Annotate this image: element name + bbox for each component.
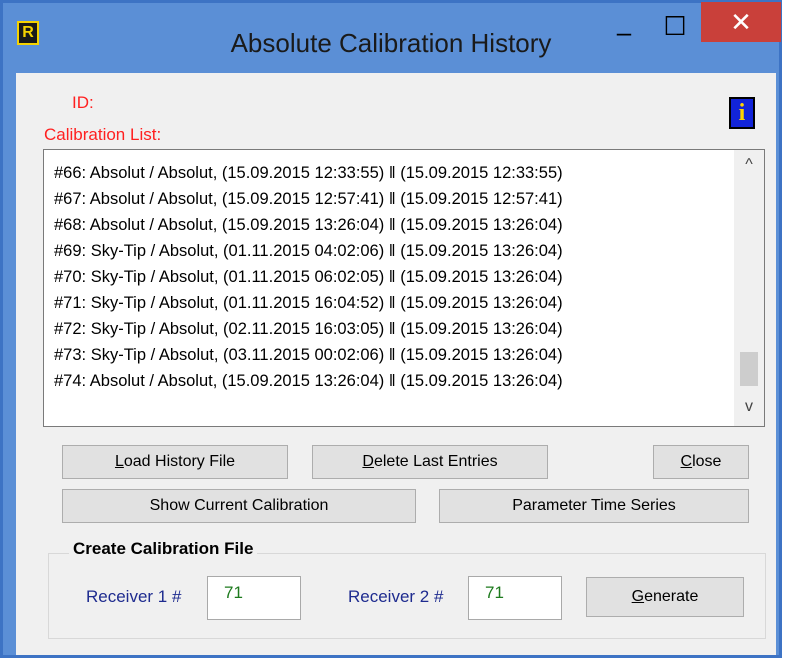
show-current-calibration-button[interactable]: Show Current Calibration (62, 489, 416, 523)
minimize-button[interactable]: – (599, 11, 649, 53)
button-label: lose (692, 453, 722, 470)
button-label: enerate (644, 588, 699, 605)
info-icon[interactable]: i (729, 97, 755, 129)
list-item[interactable]: #69: Sky-Tip / Absolut, (01.11.2015 04:0… (44, 238, 734, 264)
accelerator-letter: D (362, 453, 374, 470)
dialog-client-area: ID: Calibration List: i #66: Absolut / A… (16, 73, 776, 655)
app-icon: R (17, 21, 39, 45)
button-label: oad History File (123, 453, 236, 470)
list-item[interactable]: #66: Absolut / Absolut, (15.09.2015 12:3… (44, 160, 734, 186)
close-button[interactable]: Close (653, 445, 749, 479)
maximize-button[interactable]: ☐ (649, 5, 701, 47)
receiver-2-input[interactable]: 71 (468, 576, 562, 620)
list-item[interactable]: #71: Sky-Tip / Absolut, (01.11.2015 16:0… (44, 290, 734, 316)
receiver-1-label: Receiver 1 # (86, 587, 182, 606)
calibration-list[interactable]: #66: Absolut / Absolut, (15.09.2015 12:3… (44, 150, 734, 426)
list-item[interactable]: #68: Absolut / Absolut, (15.09.2015 13:2… (44, 212, 734, 238)
receiver-2-label: Receiver 2 # (348, 587, 444, 606)
chevron-down-icon[interactable]: v (734, 398, 764, 422)
parameter-time-series-button[interactable]: Parameter Time Series (439, 489, 749, 523)
list-item[interactable]: #70: Sky-Tip / Absolut, (01.11.2015 06:0… (44, 264, 734, 290)
generate-button[interactable]: Generate (586, 577, 744, 617)
window-title: Absolute Calibration History (230, 28, 552, 58)
list-scrollbar[interactable]: ^ v (734, 150, 764, 426)
calibration-list-label: Calibration List: (44, 125, 162, 144)
close-window-button[interactable]: ✕ (701, 2, 781, 42)
receiver-1-input[interactable]: 71 (207, 576, 301, 620)
delete-last-entries-button[interactable]: Delete Last Entries (312, 445, 548, 479)
button-label: elete Last Entries (373, 453, 498, 470)
id-label: ID: (72, 93, 94, 112)
scrollbar-thumb[interactable] (740, 352, 758, 386)
list-item[interactable]: #67: Absolut / Absolut, (15.09.2015 12:5… (44, 186, 734, 212)
calibration-history-window: R Absolute Calibration History – ☐ ✕ ID:… (0, 0, 782, 658)
load-history-file-button[interactable]: Load History File (62, 445, 288, 479)
list-item[interactable]: #72: Sky-Tip / Absolut, (02.11.2015 16:0… (44, 316, 734, 342)
group-title: Create Calibration File (69, 539, 258, 559)
chevron-up-icon[interactable]: ^ (734, 156, 764, 180)
accelerator-letter: L (114, 453, 124, 470)
accelerator-letter: G (631, 588, 645, 605)
accelerator-letter: C (680, 453, 693, 470)
calibration-listbox[interactable]: #66: Absolut / Absolut, (15.09.2015 12:3… (43, 149, 765, 427)
list-item[interactable]: #73: Sky-Tip / Absolut, (03.11.2015 00:0… (44, 342, 734, 368)
list-item[interactable]: #74: Absolut / Absolut, (15.09.2015 13:2… (44, 368, 734, 394)
